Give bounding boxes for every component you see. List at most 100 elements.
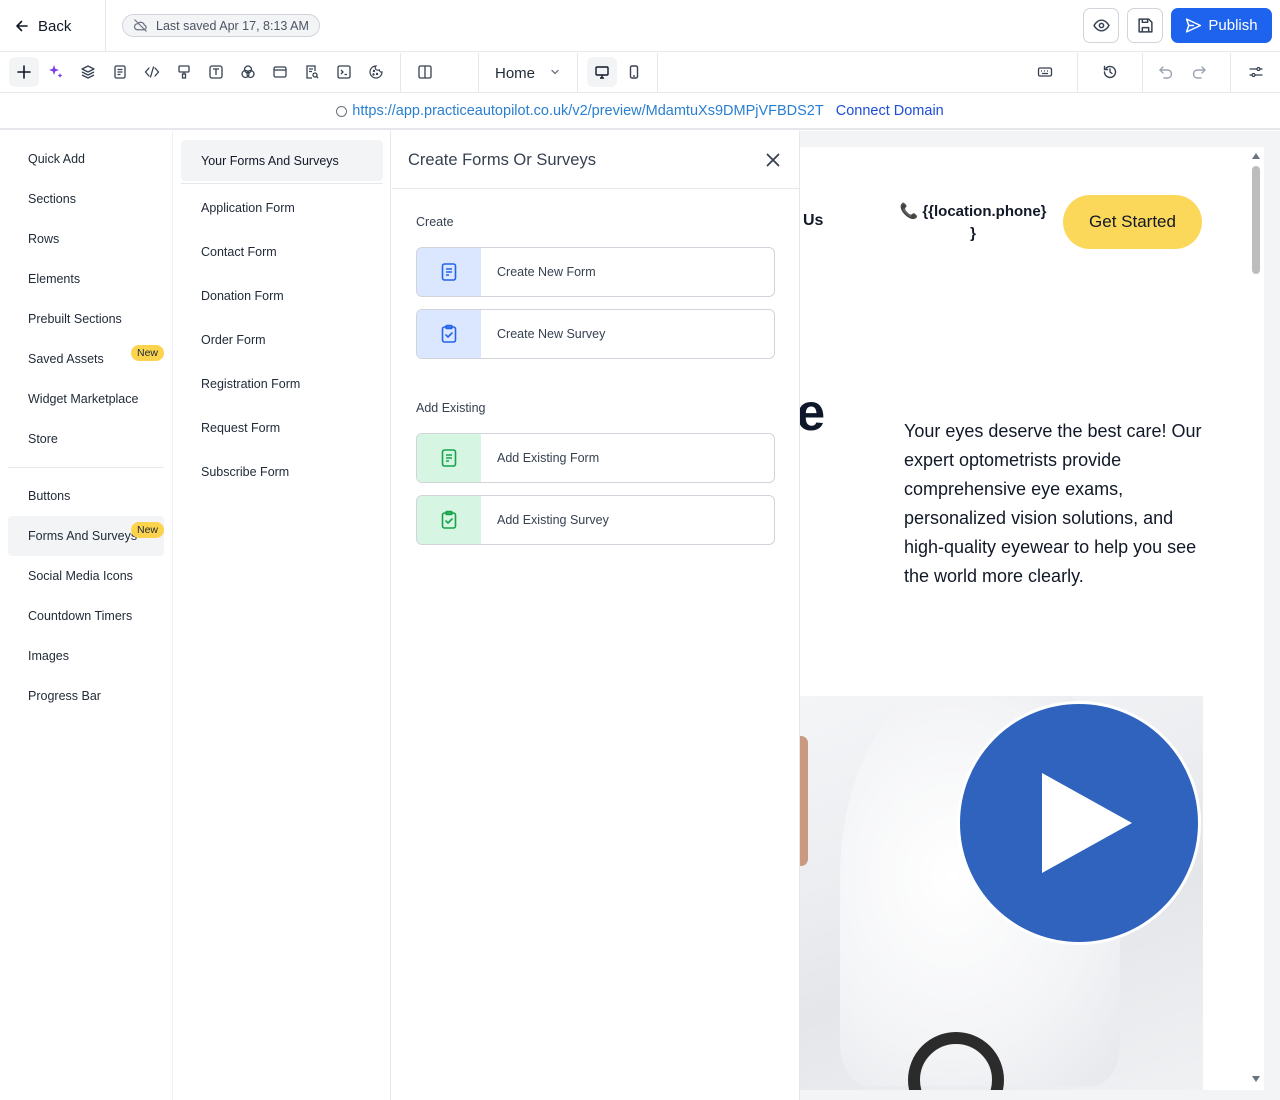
add-existing-form-button[interactable]: Add Existing Form bbox=[416, 433, 775, 483]
tracking-code-button[interactable] bbox=[329, 57, 359, 87]
desktop-icon bbox=[595, 66, 609, 79]
close-icon[interactable] bbox=[763, 150, 783, 170]
card-label: Create New Form bbox=[497, 265, 596, 279]
editor-toolbar: Home bbox=[0, 53, 1280, 93]
page-selector[interactable]: Home bbox=[478, 53, 578, 93]
play-icon bbox=[1042, 773, 1132, 873]
seo-button[interactable] bbox=[297, 57, 327, 87]
popup-button[interactable] bbox=[265, 57, 295, 87]
undo-icon bbox=[1159, 66, 1173, 79]
undo-button[interactable] bbox=[1151, 57, 1181, 87]
category-elements[interactable]: Elements bbox=[8, 259, 164, 299]
form-document-icon bbox=[441, 263, 457, 281]
desktop-view-button[interactable] bbox=[587, 57, 617, 87]
hero-heading-fragment: re bbox=[800, 384, 826, 442]
publish-button[interactable]: Publish bbox=[1171, 8, 1272, 43]
category-sections[interactable]: Sections bbox=[8, 179, 164, 219]
category-rows[interactable]: Rows bbox=[8, 219, 164, 259]
ai-button[interactable] bbox=[41, 57, 71, 87]
settings-button[interactable] bbox=[1241, 57, 1271, 87]
scroll-down-icon[interactable] bbox=[1251, 1075, 1261, 1083]
new-badge: New bbox=[130, 345, 164, 361]
cookie-icon bbox=[369, 65, 383, 79]
canvas-scrollbar[interactable] bbox=[1248, 147, 1264, 1090]
forms-subpanel: Your Forms And Surveys Application Form … bbox=[173, 131, 391, 1100]
category-images[interactable]: Images bbox=[8, 636, 164, 676]
cookie-consent-button[interactable] bbox=[361, 57, 391, 87]
request-form-item[interactable]: Request Form bbox=[201, 421, 280, 435]
create-new-form-button[interactable]: Create New Form bbox=[416, 247, 775, 297]
preview-url-link[interactable]: https://app.practiceautopilot.co.uk/v2/p… bbox=[352, 103, 823, 119]
history-icon bbox=[1103, 65, 1117, 79]
registration-form-item[interactable]: Registration Form bbox=[201, 377, 300, 391]
redo-button[interactable] bbox=[1184, 57, 1214, 87]
code-button[interactable] bbox=[137, 57, 167, 87]
category-label: Social Media Icons bbox=[28, 569, 133, 583]
scroll-up-icon[interactable] bbox=[1251, 152, 1261, 160]
divider bbox=[8, 467, 164, 468]
clipboard-check-icon bbox=[441, 510, 457, 529]
category-forms-and-surveys[interactable]: Forms And Surveys New bbox=[8, 516, 164, 556]
order-form-item[interactable]: Order Form bbox=[201, 333, 266, 347]
category-label: Buttons bbox=[28, 489, 71, 503]
mobile-view-button[interactable] bbox=[619, 57, 649, 87]
get-started-button[interactable]: Get Started bbox=[1063, 195, 1202, 249]
category-buttons[interactable]: Buttons bbox=[8, 476, 164, 516]
donation-form-item[interactable]: Donation Form bbox=[201, 289, 284, 303]
subpanel-heading: Your Forms And Surveys bbox=[201, 153, 339, 168]
contact-form-item[interactable]: Contact Form bbox=[201, 245, 277, 259]
add-existing-survey-button[interactable]: Add Existing Survey bbox=[416, 495, 775, 545]
divider bbox=[1077, 53, 1078, 93]
your-forms-and-surveys-item[interactable]: Your Forms And Surveys bbox=[181, 140, 383, 181]
typography-button[interactable] bbox=[201, 57, 231, 87]
preview-button[interactable] bbox=[1083, 8, 1119, 43]
ai-sparkle-icon bbox=[49, 65, 63, 78]
version-history-button[interactable] bbox=[1095, 57, 1125, 87]
browser-window-icon bbox=[273, 66, 287, 78]
scroll-thumb[interactable] bbox=[1252, 166, 1260, 274]
category-label: Sections bbox=[28, 192, 76, 206]
shortcuts-button[interactable] bbox=[1030, 57, 1060, 87]
video-play-button[interactable] bbox=[957, 701, 1201, 945]
connect-domain-link[interactable]: Connect Domain bbox=[836, 103, 944, 119]
color-blend-icon bbox=[241, 65, 255, 79]
layers-button[interactable] bbox=[73, 57, 103, 87]
preview-url-bar: https://app.practiceautopilot.co.uk/v2/p… bbox=[0, 94, 1280, 130]
phone-number: 📞 {{location.phone} } bbox=[898, 201, 1048, 245]
paint-bucket-icon bbox=[178, 65, 190, 79]
styles-button[interactable] bbox=[169, 57, 199, 87]
panel-header: Create Forms Or Surveys bbox=[392, 131, 799, 189]
card-label: Add Existing Survey bbox=[497, 513, 609, 527]
category-social-media-icons[interactable]: Social Media Icons bbox=[8, 556, 164, 596]
category-widget-marketplace[interactable]: Widget Marketplace bbox=[8, 379, 164, 419]
subscribe-form-item[interactable]: Subscribe Form bbox=[201, 465, 289, 479]
layout-button[interactable] bbox=[410, 57, 440, 87]
form-icon-box bbox=[417, 248, 481, 296]
category-store[interactable]: Store bbox=[8, 419, 164, 459]
survey-icon-box bbox=[417, 310, 481, 358]
back-button[interactable]: Back bbox=[14, 12, 71, 40]
category-prebuilt-sections[interactable]: Prebuilt Sections bbox=[8, 299, 164, 339]
category-countdown-timers[interactable]: Countdown Timers bbox=[8, 596, 164, 636]
panel-title: Create Forms Or Surveys bbox=[408, 151, 596, 169]
colors-button[interactable] bbox=[233, 57, 263, 87]
layers-icon bbox=[81, 65, 95, 79]
divider bbox=[657, 53, 658, 93]
form-document-icon bbox=[441, 449, 457, 467]
send-icon bbox=[1186, 18, 1202, 33]
back-label: Back bbox=[38, 17, 72, 35]
add-element-button[interactable] bbox=[9, 57, 39, 87]
application-form-item[interactable]: Application Form bbox=[201, 201, 295, 215]
pages-button[interactable] bbox=[105, 57, 135, 87]
category-progress-bar[interactable]: Progress Bar bbox=[8, 676, 164, 716]
category-label: Forms And Surveys bbox=[28, 529, 138, 543]
divider bbox=[1142, 53, 1143, 93]
category-saved-assets[interactable]: Saved Assets New bbox=[8, 339, 164, 379]
save-button[interactable] bbox=[1127, 8, 1163, 43]
category-quick-add[interactable]: Quick Add bbox=[8, 139, 164, 179]
create-new-survey-button[interactable]: Create New Survey bbox=[416, 309, 775, 359]
columns-icon bbox=[418, 65, 432, 79]
nav-link-fragment[interactable]: Us bbox=[803, 212, 823, 230]
category-label: Widget Marketplace bbox=[28, 392, 139, 406]
category-label: Countdown Timers bbox=[28, 609, 133, 623]
